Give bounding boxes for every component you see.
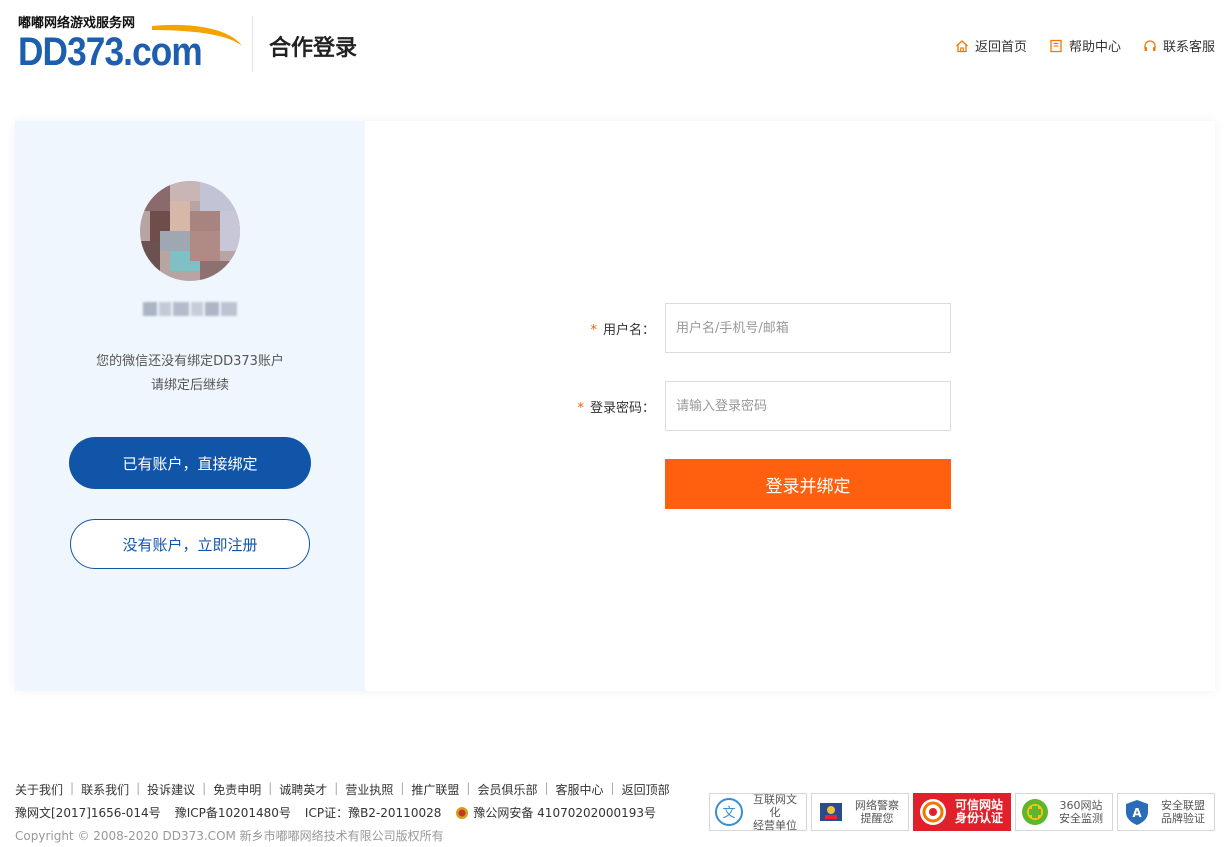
- icp-record-number[interactable]: 豫ICP备10201480号: [175, 804, 291, 821]
- footer-link-club[interactable]: 会员俱乐部: [477, 781, 537, 798]
- help-book-icon: [1050, 39, 1062, 52]
- trust-badges: 文 互联网文化 经营单位 网络警察 提醒您 可信网站 身份认证 360网站 安全监测 A…: [709, 793, 1215, 832]
- footer-link-top[interactable]: 返回顶部: [622, 781, 670, 798]
- police-record-number: 豫公网安备 41070202000193号: [473, 806, 657, 820]
- badge-internet-culture[interactable]: 文 互联网文化 经营单位: [709, 793, 807, 832]
- footer-registration: 豫网文[2017]1656-014号 豫ICP备10201480号 ICP证：豫…: [15, 804, 656, 821]
- badge-security-alliance[interactable]: A 安全联盟 品牌验证: [1117, 793, 1215, 831]
- wechat-account-panel: 您的微信还没有绑定DD373账户 请绑定后继续 已有账户，直接绑定 没有账户，立…: [15, 121, 365, 691]
- user-avatar: [140, 181, 240, 281]
- nav-home-link[interactable]: 返回首页: [955, 36, 1027, 55]
- badge-cyber-police[interactable]: 网络警察 提醒您: [811, 793, 909, 831]
- header: 嘟嘟网络游戏服务网 DD373.com 合作登录 返回首页 帮助中心 联系客服: [0, 0, 1225, 92]
- police-record[interactable]: 豫公网安备 41070202000193号: [455, 804, 656, 821]
- footer-link-service[interactable]: 客服中心: [556, 781, 604, 798]
- icp-license-number: ICP证：豫B2-20110028: [304, 806, 442, 820]
- footer-link-complaint[interactable]: 投诉建议: [147, 781, 195, 798]
- badge-trusted-site[interactable]: 可信网站 身份认证: [913, 793, 1011, 831]
- badge-360-safe[interactable]: 360网站 安全监测: [1015, 793, 1113, 831]
- headset-icon: [1144, 39, 1156, 51]
- site-logo[interactable]: 嘟嘟网络游戏服务网 DD373.com: [18, 12, 242, 84]
- header-divider: [252, 16, 253, 72]
- footer-link-license[interactable]: 营业执照: [345, 781, 393, 798]
- nav-help-link[interactable]: 帮助中心: [1049, 36, 1121, 55]
- security-alliance-icon: A: [1126, 800, 1148, 825]
- footer-link-disclaimer[interactable]: 免责申明: [213, 781, 261, 798]
- password-label: * 登录密码：: [577, 401, 655, 416]
- trusted-site-icon: [920, 799, 946, 825]
- nav-help-label: 帮助中心: [1068, 40, 1121, 55]
- bind-existing-account-button[interactable]: 已有账户，直接绑定: [69, 437, 311, 489]
- password-input[interactable]: [665, 381, 951, 431]
- register-new-account-button[interactable]: 没有账户，立即注册: [70, 519, 310, 569]
- footer-links: 关于我们 | 联系我们 | 投诉建议 | 免责申明 | 诚聘英才 | 营业执照 | 推广联盟…: [15, 781, 670, 798]
- home-icon: [956, 39, 968, 52]
- 360-safe-icon: [1022, 799, 1048, 825]
- copyright: Copyright © 2008-2020 DD373.COM 新乡市嘟嘟网络技…: [15, 829, 444, 843]
- bind-message: 您的微信还没有绑定DD373账户 请绑定后继续: [15, 350, 365, 398]
- username-input[interactable]: [665, 303, 951, 353]
- nav-support-label: 联系客服: [1162, 40, 1215, 55]
- footer-link-careers[interactable]: 诚聘英才: [279, 781, 327, 798]
- top-nav: 返回首页 帮助中心 联系客服: [955, 36, 1215, 55]
- nav-home-label: 返回首页: [974, 40, 1027, 55]
- login-and-bind-button[interactable]: 登录并绑定: [665, 459, 951, 509]
- nav-support-link[interactable]: 联系客服: [1143, 36, 1215, 55]
- svg-text:文: 文: [722, 806, 735, 821]
- avatar-pixelated-image: [140, 181, 240, 281]
- svg-text:A: A: [1132, 806, 1142, 820]
- police-badge-icon: [820, 803, 842, 821]
- bind-message-line2: 请绑定后继续: [150, 378, 229, 393]
- culture-badge-icon: 文: [715, 798, 743, 826]
- culture-license-number: 豫网文[2017]1656-014号: [15, 806, 161, 820]
- login-card: 您的微信还没有绑定DD373账户 请绑定后继续 已有账户，直接绑定 没有账户，立…: [15, 121, 1215, 691]
- user-nickname-blurred: [143, 299, 237, 319]
- footer-link-affiliate[interactable]: 推广联盟: [411, 781, 459, 798]
- logo-swoosh-icon: [152, 24, 242, 46]
- username-label: * 用户名：: [590, 323, 655, 338]
- page-title: 合作登录: [269, 36, 358, 61]
- logo-tagline: 嘟嘟网络游戏服务网: [18, 16, 136, 31]
- bind-message-line1: 您的微信还没有绑定DD373账户: [96, 354, 284, 369]
- footer-link-about[interactable]: 关于我们: [15, 781, 63, 798]
- footer: 关于我们 | 联系我们 | 投诉建议 | 免责申明 | 诚聘英才 | 营业执照 | 推广联盟…: [15, 779, 1215, 847]
- footer-link-contact[interactable]: 联系我们: [81, 781, 129, 798]
- police-emblem-icon: [456, 806, 469, 819]
